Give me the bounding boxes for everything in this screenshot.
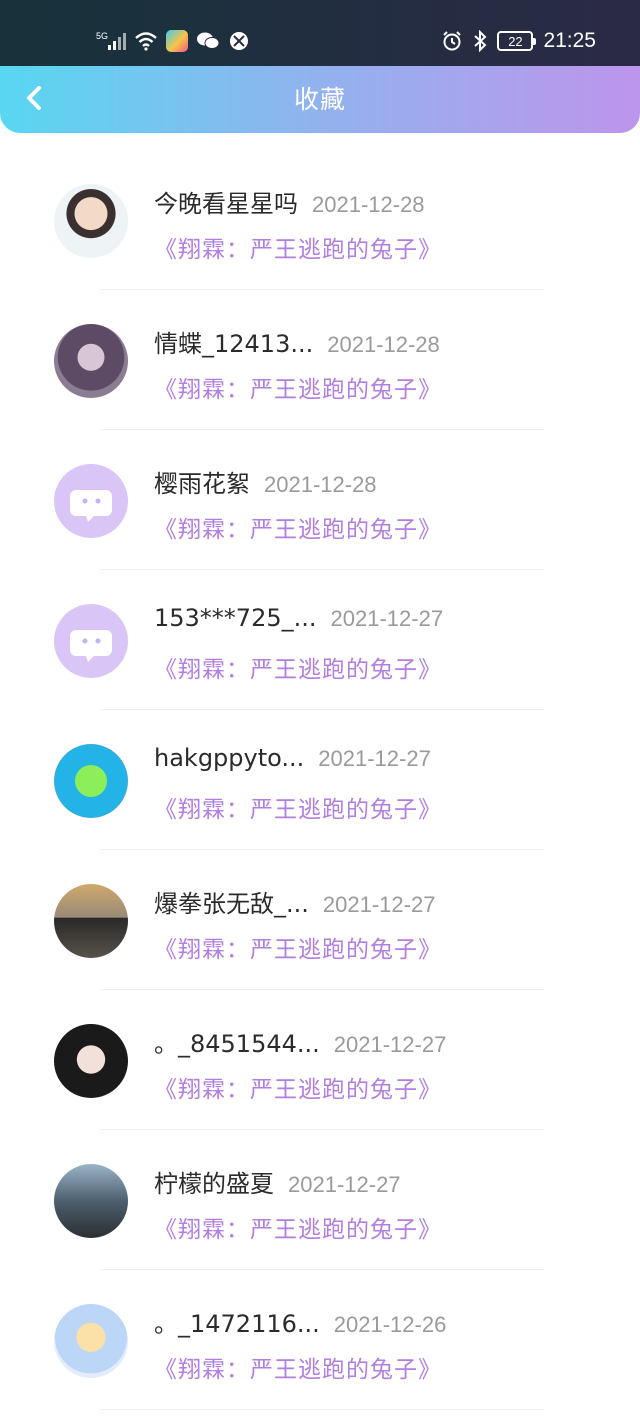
avatar[interactable] <box>54 1164 128 1238</box>
list-item[interactable]: 。_8451544... 2021-12-27 《翔霖：严王逃跑的兔子》 <box>0 990 640 1130</box>
user-name: 。_8451544... <box>154 1030 320 1058</box>
favorite-date: 2021-12-27 <box>322 892 436 917</box>
avatar[interactable] <box>54 1304 128 1378</box>
favorite-date: 2021-12-28 <box>264 472 377 497</box>
list-item[interactable]: 樱雨花絮 2021-12-28 《翔霖：严王逃跑的兔子》 <box>0 430 640 570</box>
list-item[interactable]: 爆拳张无敌_... 2021-12-27 《翔霖：严王逃跑的兔子》 <box>0 850 640 990</box>
user-name: 樱雨花絮 <box>154 470 250 498</box>
user-name: 153***725_... <box>154 604 317 632</box>
browser-icon <box>228 30 250 52</box>
wifi-icon <box>134 31 158 51</box>
list-item[interactable]: hakgppyto... 2021-12-27 《翔霖：严王逃跑的兔子》 <box>0 710 640 850</box>
avatar[interactable] <box>54 744 128 818</box>
user-name: 今晚看星星吗 <box>154 190 298 218</box>
status-icons-right: 22 21:25 <box>441 26 596 56</box>
book-title-link[interactable]: 《翔霖：严王逃跑的兔子》 <box>154 790 442 824</box>
list-item[interactable]: 今晚看星星吗 2021-12-28 《翔霖：严王逃跑的兔子》 <box>0 150 640 290</box>
favorite-date: 2021-12-27 <box>330 606 444 631</box>
divider <box>100 1409 544 1410</box>
user-name: 柠檬的盛夏 <box>154 1170 274 1198</box>
list-item[interactable]: 柠檬的盛夏 2021-12-27 《翔霖：严王逃跑的兔子》 <box>0 1130 640 1270</box>
book-title-link[interactable]: 《翔霖：严王逃跑的兔子》 <box>154 930 442 964</box>
default-avatar-icon[interactable] <box>54 464 128 538</box>
book-title-link[interactable]: 《翔霖：严王逃跑的兔子》 <box>154 370 442 404</box>
book-title-link[interactable]: 《翔霖：严王逃跑的兔子》 <box>154 230 442 264</box>
status-time: 21:25 <box>543 29 596 52</box>
wechat-icon <box>196 31 220 51</box>
app-notification-icon <box>166 30 188 52</box>
book-title-link[interactable]: 《翔霖：严王逃跑的兔子》 <box>154 650 442 684</box>
user-name: 。_1472116... <box>154 1310 320 1338</box>
list-item[interactable]: 153***725_... 2021-12-27 《翔霖：严王逃跑的兔子》 <box>0 570 640 710</box>
avatar[interactable] <box>54 1024 128 1098</box>
favorite-date: 2021-12-27 <box>288 1172 401 1197</box>
favorite-date: 2021-12-28 <box>312 192 425 217</box>
book-title-link[interactable]: 《翔霖：严王逃跑的兔子》 <box>154 1350 442 1384</box>
user-name: hakgppyto... <box>154 744 305 772</box>
default-avatar-icon[interactable] <box>54 604 128 678</box>
page-title: 收藏 <box>293 85 346 114</box>
battery-icon: 22 <box>497 31 537 51</box>
favorite-date: 2021-12-26 <box>333 1312 447 1337</box>
favorites-list: 今晚看星星吗 2021-12-28 《翔霖：严王逃跑的兔子》 情蝶_12413..… <box>0 150 640 1410</box>
signal-icon: 5G <box>96 30 126 52</box>
book-title-link[interactable]: 《翔霖：严王逃跑的兔子》 <box>154 1070 442 1104</box>
svg-text:5G: 5G <box>96 31 108 41</box>
user-name: 爆拳张无敌_... <box>154 890 309 918</box>
nav-header: 收藏 <box>0 66 640 133</box>
book-title-link[interactable]: 《翔霖：严王逃跑的兔子》 <box>154 1210 442 1244</box>
avatar[interactable] <box>54 324 128 398</box>
user-name: 情蝶_12413... <box>154 330 314 358</box>
book-title-link[interactable]: 《翔霖：严王逃跑的兔子》 <box>154 510 442 544</box>
favorite-date: 2021-12-27 <box>318 746 431 771</box>
favorite-date: 2021-12-28 <box>327 332 440 357</box>
status-icons-left: 5G <box>96 26 250 56</box>
alarm-icon <box>441 30 463 52</box>
list-item[interactable]: 。_1472116... 2021-12-26 《翔霖：严王逃跑的兔子》 <box>0 1270 640 1410</box>
avatar[interactable] <box>54 184 128 258</box>
favorite-date: 2021-12-27 <box>333 1032 447 1057</box>
list-item[interactable]: 情蝶_12413... 2021-12-28 《翔霖：严王逃跑的兔子》 <box>0 290 640 430</box>
bluetooth-icon <box>473 30 487 52</box>
avatar[interactable] <box>54 884 128 958</box>
